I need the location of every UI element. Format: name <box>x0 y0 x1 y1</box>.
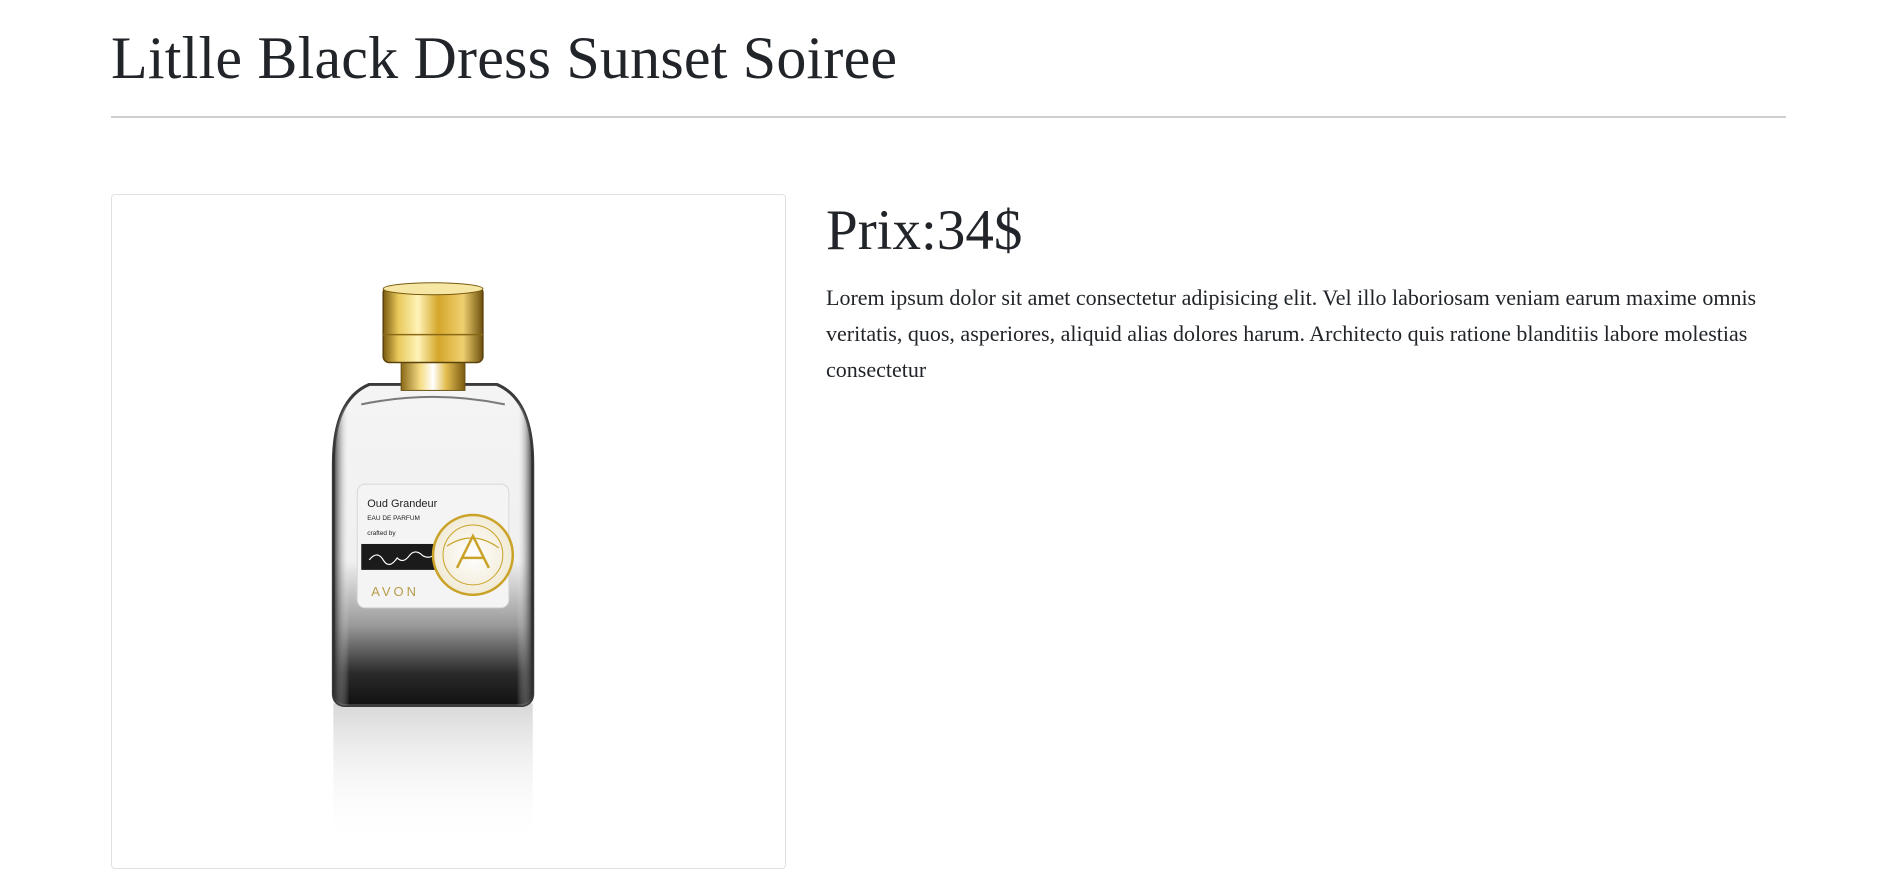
title-divider <box>111 116 1786 118</box>
product-description: Lorem ipsum dolor sit amet consectetur a… <box>826 285 1757 382</box>
product-price: Prix:34$ <box>826 199 1023 262</box>
product-image-card: Oud Grandeur EAU DE PARFUM crafted by AV… <box>111 194 786 869</box>
label-name-text: Oud Grandeur <box>367 498 437 510</box>
page-title: Litlle Black Dress Sunset Soiree <box>111 25 898 91</box>
product-image: Oud Grandeur EAU DE PARFUM crafted by AV… <box>331 282 535 844</box>
label-crafted-text: crafted by <box>367 530 396 537</box>
product-page: Litlle Black Dress Sunset Soiree Oud Gra… <box>0 0 1883 887</box>
label-brand-text: AVON <box>371 584 419 599</box>
label-type-text: EAU DE PARFUM <box>367 515 420 522</box>
